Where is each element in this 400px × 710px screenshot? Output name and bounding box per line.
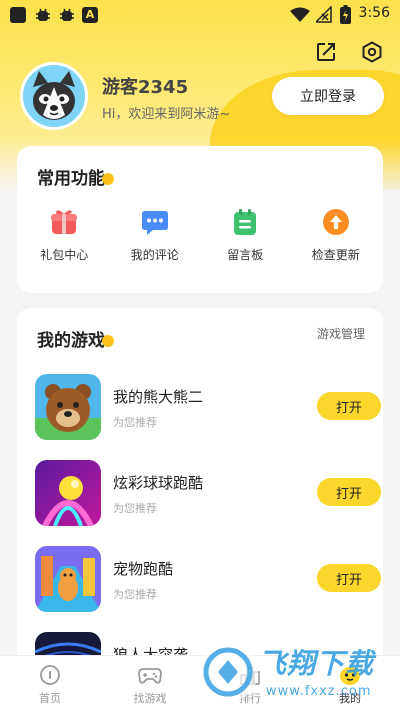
status-bar: A 3:56: [0, 0, 400, 30]
open-game-button[interactable]: 打开: [317, 564, 381, 592]
game-row[interactable]: 我的熊大熊二 为您推荐 打开: [35, 374, 381, 440]
function-check-update[interactable]: 检查更新: [296, 208, 376, 263]
function-gift-center[interactable]: 礼包中心: [24, 208, 104, 263]
game-name: 我的熊大熊二: [113, 388, 204, 406]
gift-icon: [50, 208, 78, 236]
open-game-button[interactable]: 打开: [317, 392, 381, 420]
function-label: 留言板: [227, 248, 264, 262]
profile-icon: [338, 664, 362, 686]
home-icon: [38, 664, 62, 686]
game-thumbnail-pet-run: [35, 546, 101, 612]
function-list: 礼包中心 我的评论 留言板 检查更新: [17, 208, 383, 263]
tab-label: 我的: [339, 692, 361, 705]
game-subtitle: 为您推荐: [113, 416, 157, 429]
top-actions: [314, 40, 384, 64]
share-icon: [317, 43, 335, 61]
title-dot-decoration: [102, 173, 114, 185]
my-games-card: 我的游戏 游戏管理 我的熊大熊二 为您推荐 打开 炫彩球球跑酷 为您推荐 打开 …: [17, 308, 383, 688]
title-dot-decoration: [102, 335, 114, 347]
open-game-button[interactable]: 打开: [317, 478, 381, 506]
login-button[interactable]: 立即登录: [272, 77, 384, 115]
game-management-link[interactable]: 游戏管理: [317, 325, 365, 342]
update-icon: [322, 208, 350, 236]
settings-button[interactable]: [360, 40, 384, 64]
section-title: 我的游戏: [37, 326, 114, 351]
bug-icon: [36, 8, 50, 21]
section-title: 常用功能: [37, 164, 114, 189]
tab-label: 找游戏: [133, 692, 167, 705]
game-row[interactable]: 炫彩球球跑酷 为您推荐 打开: [35, 460, 381, 526]
game-subtitle: 为您推荐: [113, 502, 157, 515]
function-label: 检查更新: [311, 248, 360, 262]
tab-label: 首页: [39, 692, 61, 705]
game-subtitle: 为您推荐: [113, 588, 157, 601]
game-thumbnail-ball-run: [35, 460, 101, 526]
function-label: 我的评论: [130, 248, 179, 262]
bug-icon: [60, 8, 74, 21]
message-board-icon: [231, 208, 259, 236]
tab-mine[interactable]: 我的: [315, 664, 385, 706]
welcome-text: Hi，欢迎来到阿米游~: [102, 107, 231, 122]
husky-avatar-icon: [23, 65, 85, 127]
tab-home[interactable]: 首页: [15, 664, 85, 706]
clock: 3:56: [358, 5, 390, 21]
tab-find-games[interactable]: 找游戏: [115, 664, 185, 706]
avatar[interactable]: [20, 62, 88, 130]
function-message-board[interactable]: 留言板: [205, 208, 285, 263]
comment-icon: [141, 208, 169, 236]
app-a-icon: A: [82, 7, 98, 23]
game-row[interactable]: 宠物跑酷 为您推荐 打开: [35, 546, 381, 612]
gamepad-icon: [138, 664, 162, 686]
settings-icon: [362, 41, 382, 63]
my-games-title: 我的游戏: [37, 331, 105, 351]
no-signal-icon: [316, 6, 332, 23]
game-name: 炫彩球球跑酷: [113, 474, 204, 492]
wifi-icon: [290, 7, 310, 22]
game-name: 宠物跑酷: [113, 560, 174, 578]
common-functions-title: 常用功能: [37, 169, 105, 189]
bottom-tab-bar: 首页 找游戏 排行 我的: [0, 655, 400, 710]
ranking-icon: [238, 664, 262, 686]
share-button[interactable]: [314, 40, 338, 64]
function-label: 礼包中心: [40, 248, 89, 262]
game-thumbnail-bear: [35, 374, 101, 440]
battery-icon: [340, 5, 351, 24]
function-my-comments[interactable]: 我的评论: [115, 208, 195, 263]
tab-ranking[interactable]: 排行: [215, 664, 285, 706]
common-functions-card: 常用功能 礼包中心 我的评论 留言板 检查更新: [17, 146, 383, 293]
tab-label: 排行: [239, 692, 261, 705]
notification-square-icon: [10, 7, 26, 23]
nickname: 游客2345: [102, 77, 189, 98]
